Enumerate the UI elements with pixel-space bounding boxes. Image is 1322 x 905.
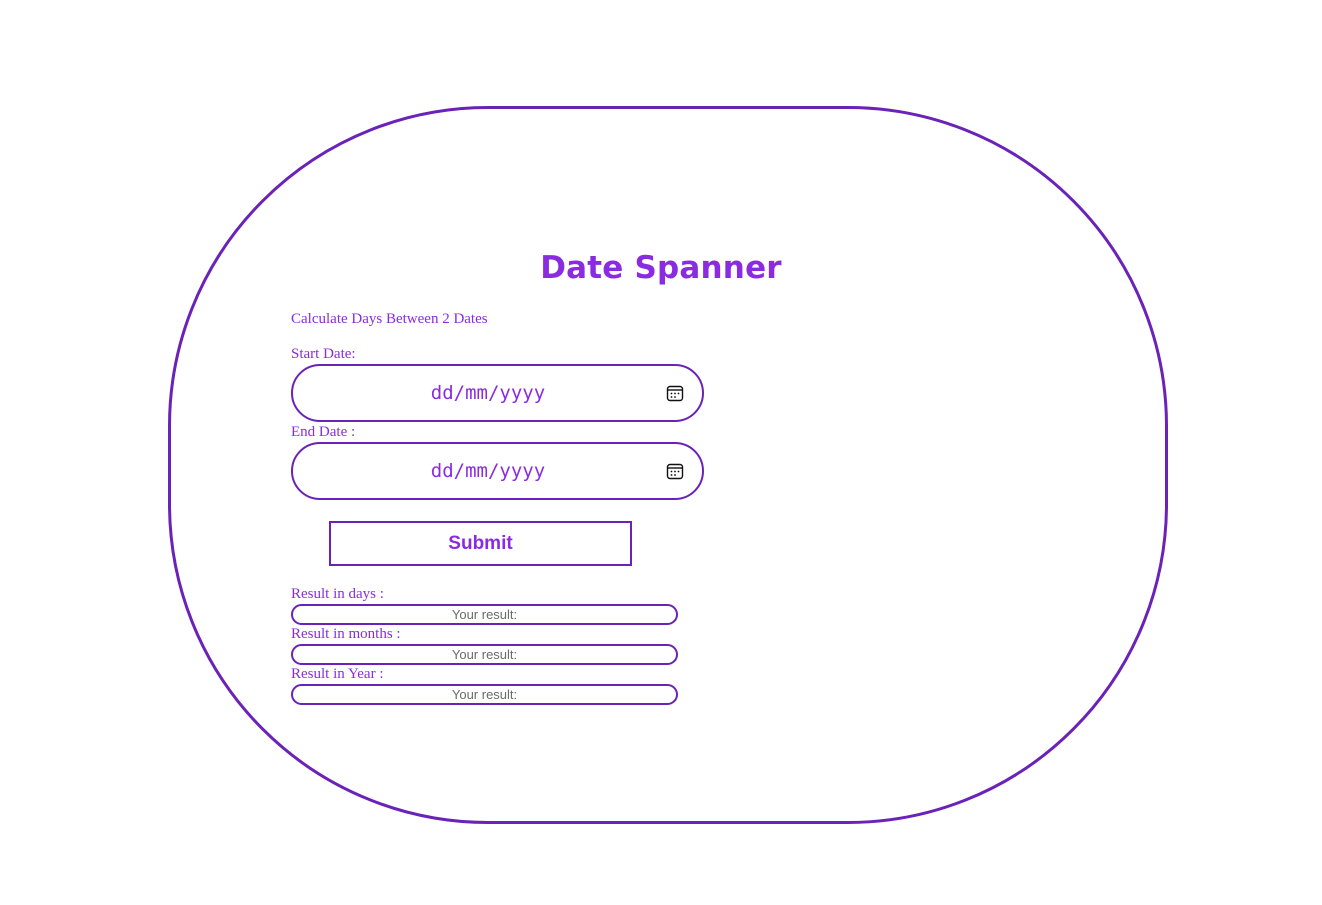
result-months-label: Result in months : [291, 626, 401, 642]
start-date-input[interactable]: dd/mm/yyyy [291, 364, 704, 422]
end-date-label: End Date : [291, 424, 356, 440]
page-subtitle: Calculate Days Between 2 Dates [291, 311, 488, 327]
calendar-icon[interactable] [666, 462, 684, 480]
result-years-label: Result in Year : [291, 666, 384, 682]
result-days-label: Result in days : [291, 586, 384, 602]
result-days-field[interactable]: Your result: [291, 604, 678, 625]
start-date-label: Start Date: [291, 346, 356, 362]
submit-button[interactable]: Submit [329, 521, 632, 566]
start-date-placeholder: dd/mm/yyyy [430, 382, 546, 404]
end-date-placeholder: dd/mm/yyyy [430, 460, 546, 482]
end-date-input[interactable]: dd/mm/yyyy [291, 442, 704, 500]
page-title: Date Spanner [540, 250, 782, 286]
result-years-field[interactable]: Your result: [291, 684, 678, 705]
calendar-icon[interactable] [666, 384, 684, 402]
result-months-field[interactable]: Your result: [291, 644, 678, 665]
